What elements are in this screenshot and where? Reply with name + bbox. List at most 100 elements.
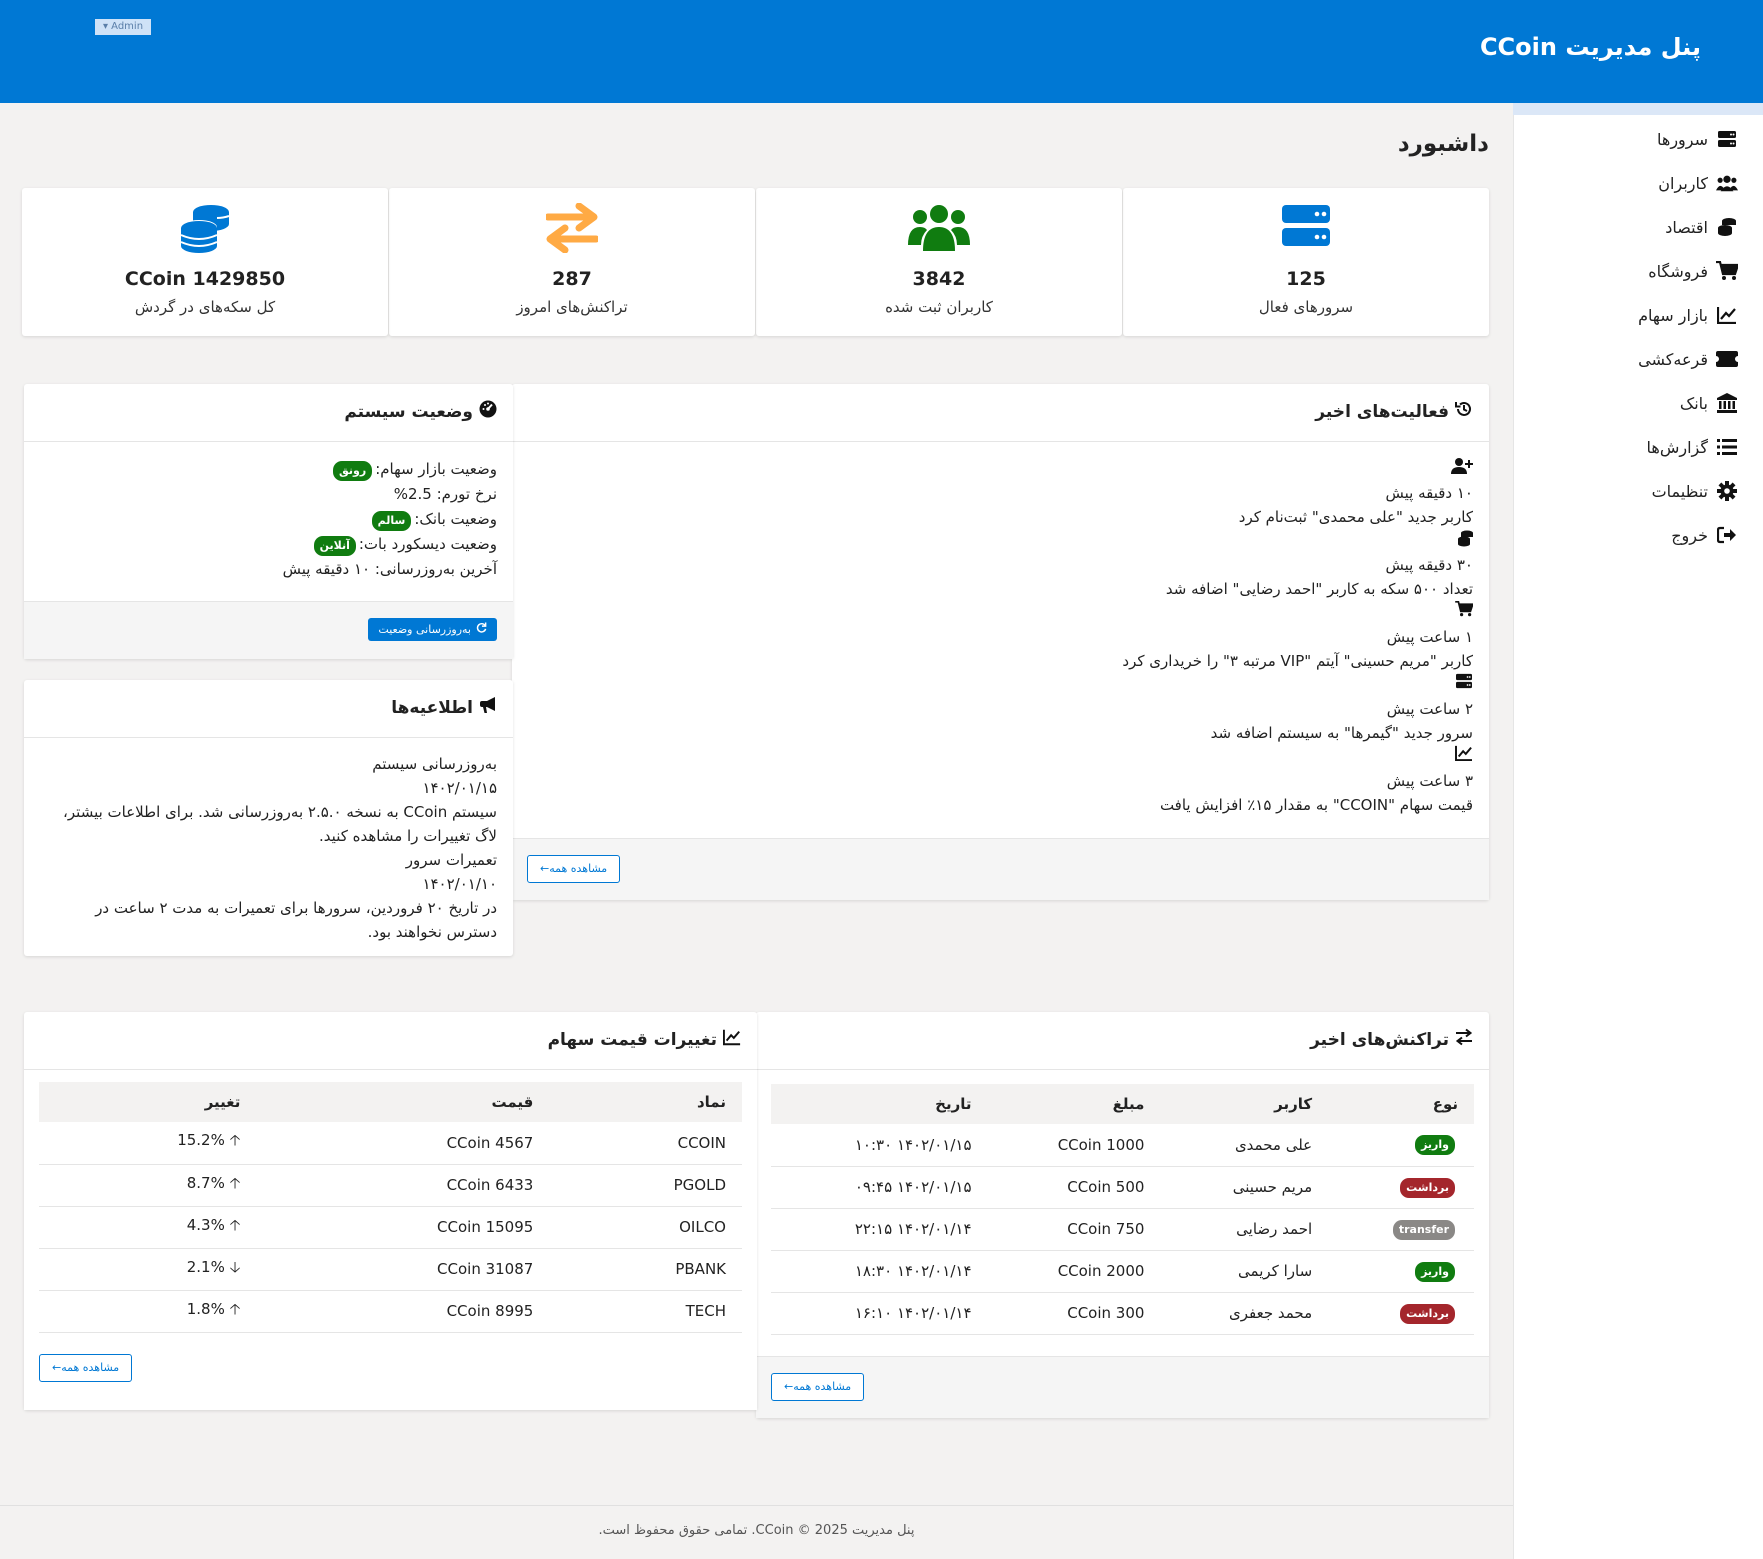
status-badge: آنلاین: [313, 536, 356, 556]
stat-label: تراکنش‌های امروز: [516, 298, 628, 316]
cell-symbol: PBANK: [549, 1248, 742, 1291]
chart-line-icon: [722, 1028, 741, 1051]
arrow-up-icon: 🡡: [229, 1131, 241, 1150]
bullhorn-icon: [479, 696, 497, 719]
cell-date: ۱۴۰۲/۰۱/۱۴ ۲۲:۱۵: [771, 1208, 988, 1251]
sidebar-item-label: گزارش‌ها: [1646, 437, 1708, 457]
view-all-transactions-button[interactable]: مشاهده همه←: [771, 1373, 865, 1401]
cell-amount: CCoin 500: [987, 1166, 1161, 1209]
activity-time: ۲ ساعت پیش: [1386, 700, 1473, 718]
table-row: OILCO CCoin 15095 🡡 4.3%: [39, 1206, 742, 1249]
sidebar-item-shop[interactable]: فروشگاه: [1648, 261, 1738, 281]
panel-title: تغییرات قیمت سهام: [548, 1028, 741, 1051]
sidebar-item-servers[interactable]: سرورها: [1657, 129, 1738, 149]
recent-activities-panel: فعالیت‌های اخیر ۱۰ دقیقه پیش کاربر جدید …: [512, 384, 1489, 900]
brand-title[interactable]: پنل مدیریت CCoin: [1480, 33, 1701, 61]
view-all-activities-button[interactable]: مشاهده همه←: [527, 855, 621, 883]
user-menu-toggle[interactable]: Admin ▾: [95, 19, 151, 35]
page-title: داشبورد: [1397, 131, 1489, 157]
column-header: نماد: [549, 1082, 742, 1122]
sidebar-item-label: فروشگاه: [1648, 261, 1708, 281]
status-badge: سالم: [371, 511, 412, 531]
cell-user: سارا کریمی: [1160, 1250, 1329, 1293]
cell-amount: CCoin 1000: [987, 1124, 1161, 1167]
cell-user: مریم حسینی: [1160, 1166, 1329, 1209]
sidebar-item-settings[interactable]: تنظیمات: [1652, 481, 1738, 501]
exchange-icon: [389, 203, 755, 257]
cell-user: احمد رضایی: [1160, 1208, 1329, 1251]
view-all-stocks-button[interactable]: مشاهده همه←: [39, 1354, 133, 1382]
inflation-rate: نرخ تورم: 2.5%: [393, 485, 497, 503]
footer-text: پنل مدیریت CCoin © 2025. تمامی حقوق محفو…: [598, 1523, 915, 1538]
cart-icon: [1716, 261, 1738, 281]
cell-amount: CCoin 750: [987, 1208, 1161, 1251]
sidebar-item-bank[interactable]: بانک: [1680, 393, 1738, 413]
table-row: برداشت محمد جعفری CCoin 300 ۱۴۰۲/۰۱/۱۴ ۱…: [771, 1292, 1474, 1335]
announcement-list: به‌روزرسانی سیستم ۱۴۰۲/۰۱/۱۵ سیستم CCoin…: [42, 752, 497, 944]
cell-symbol: CCOIN: [549, 1122, 742, 1165]
sidebar-item-label: قرعه‌کشی: [1638, 349, 1708, 369]
footer: پنل مدیریت CCoin © 2025. تمامی حقوق محفو…: [0, 1505, 1513, 1559]
gear-icon: [1716, 481, 1738, 501]
users-icon: [1716, 173, 1738, 193]
main-content: داشبورد 125 سرورهای فعال 3842 کاربران ثب…: [0, 103, 1513, 1559]
status-badge: رونق: [332, 461, 373, 481]
type-badge: برداشت: [1400, 1177, 1455, 1198]
table-row: واریز سارا کریمی CCoin 2000 ۱۴۰۲/۰۱/۱۴ ۱…: [771, 1250, 1474, 1293]
sidebar-item-logout[interactable]: خروج: [1671, 525, 1738, 545]
top-bar: پنل مدیریت CCoin Admin ▾: [0, 0, 1763, 103]
cell-amount: CCoin 300: [987, 1292, 1161, 1335]
history-icon: [1455, 400, 1473, 423]
activity-list: ۱۰ دقیقه پیش کاربر جدید "علی محمدی" ثبت‌…: [1093, 457, 1473, 817]
announcement-body: در تاریخ ۲۰ فروردین، سرورها برای تعمیرات…: [95, 899, 497, 941]
table-row: TECH CCoin 8995 🡡 1.8%: [39, 1290, 742, 1333]
table-header-row: نماد قیمت تغییر: [39, 1082, 742, 1122]
activity-text: کاربر جدید "علی محمدی" ثبت‌نام کرد: [1238, 508, 1473, 526]
cell-user: محمد جعفری: [1160, 1292, 1329, 1335]
announcement-title: به‌روزرسانی سیستم: [372, 755, 497, 773]
coins-icon: [22, 203, 388, 257]
users-icon: [756, 203, 1122, 257]
column-header: کاربر: [1160, 1084, 1329, 1124]
stat-card-total-coins: CCoin 1429850 کل سکه‌های در گردش: [22, 188, 388, 336]
refresh-icon: [476, 618, 487, 641]
stat-value: CCoin 1429850: [124, 268, 286, 290]
system-status-list: وضعیت بازار سهام:رونق نرخ تورم: 2.5% وضع…: [283, 457, 497, 582]
sidebar-item-stock-market[interactable]: بازار سهام: [1638, 305, 1738, 325]
sidebar: سرورها کاربران اقتصاد فروشگاه بازار سهام…: [1513, 103, 1763, 1559]
stat-value: 125: [1286, 268, 1326, 290]
sign-out-icon: [1716, 525, 1738, 545]
sidebar-item-label: اقتصاد: [1665, 217, 1708, 237]
sidebar-item-economy[interactable]: اقتصاد: [1665, 217, 1738, 237]
refresh-status-button[interactable]: به‌روزرسانی وضعیت: [368, 618, 497, 641]
server-icon: [1123, 203, 1489, 257]
sidebar-item-label: بانک: [1679, 393, 1708, 413]
activity-time: ۱ ساعت پیش: [1386, 628, 1473, 646]
announcement-title: تعمیرات سرور: [405, 851, 497, 869]
server-icon: [1093, 673, 1473, 697]
stat-value: 287: [552, 268, 592, 290]
column-header: قیمت: [256, 1082, 550, 1122]
cell-price: CCoin 8995: [256, 1290, 550, 1333]
stat-label: کل سکه‌های در گردش: [134, 298, 276, 316]
sidebar-item-label: سرورها: [1657, 129, 1708, 149]
arrow-up-icon: 🡡: [229, 1173, 241, 1192]
cell-change: 2.1%: [186, 1257, 225, 1276]
coins-icon: [1716, 217, 1738, 237]
cell-symbol: OILCO: [549, 1206, 742, 1249]
transactions-table: نوع کاربر مبلغ تاریخ واریز علی محمدی CCo…: [771, 1084, 1474, 1335]
sidebar-item-reports[interactable]: گزارش‌ها: [1647, 437, 1738, 457]
activity-text: قیمت سهام "CCOIN" به مقدار ۱۵٪ افزایش یا…: [1159, 796, 1473, 814]
cell-symbol: TECH: [549, 1290, 742, 1333]
stat-value: 3842: [912, 268, 966, 290]
sidebar-item-lottery[interactable]: قرعه‌کشی: [1638, 349, 1738, 369]
sidebar-item-users[interactable]: کاربران: [1658, 173, 1738, 193]
activity-time: ۳۰ دقیقه پیش: [1385, 556, 1474, 574]
panel-title: تراکنش‌های اخیر: [1310, 1028, 1473, 1051]
cell-price: CCoin 4567: [256, 1122, 550, 1165]
stock-market-status: وضعیت بازار سهام:رونق: [283, 457, 497, 482]
list-icon: [1716, 437, 1738, 457]
table-row: transfer احمد رضایی CCoin 750 ۱۴۰۲/۰۱/۱۴…: [771, 1208, 1474, 1251]
activity-text: کاربر "مریم حسینی" آیتم "VIP مرتبه ۳" را…: [1122, 652, 1473, 670]
recent-transactions-panel: تراکنش‌های اخیر نوع کاربر مبلغ تاریخ وار…: [756, 1012, 1489, 1418]
